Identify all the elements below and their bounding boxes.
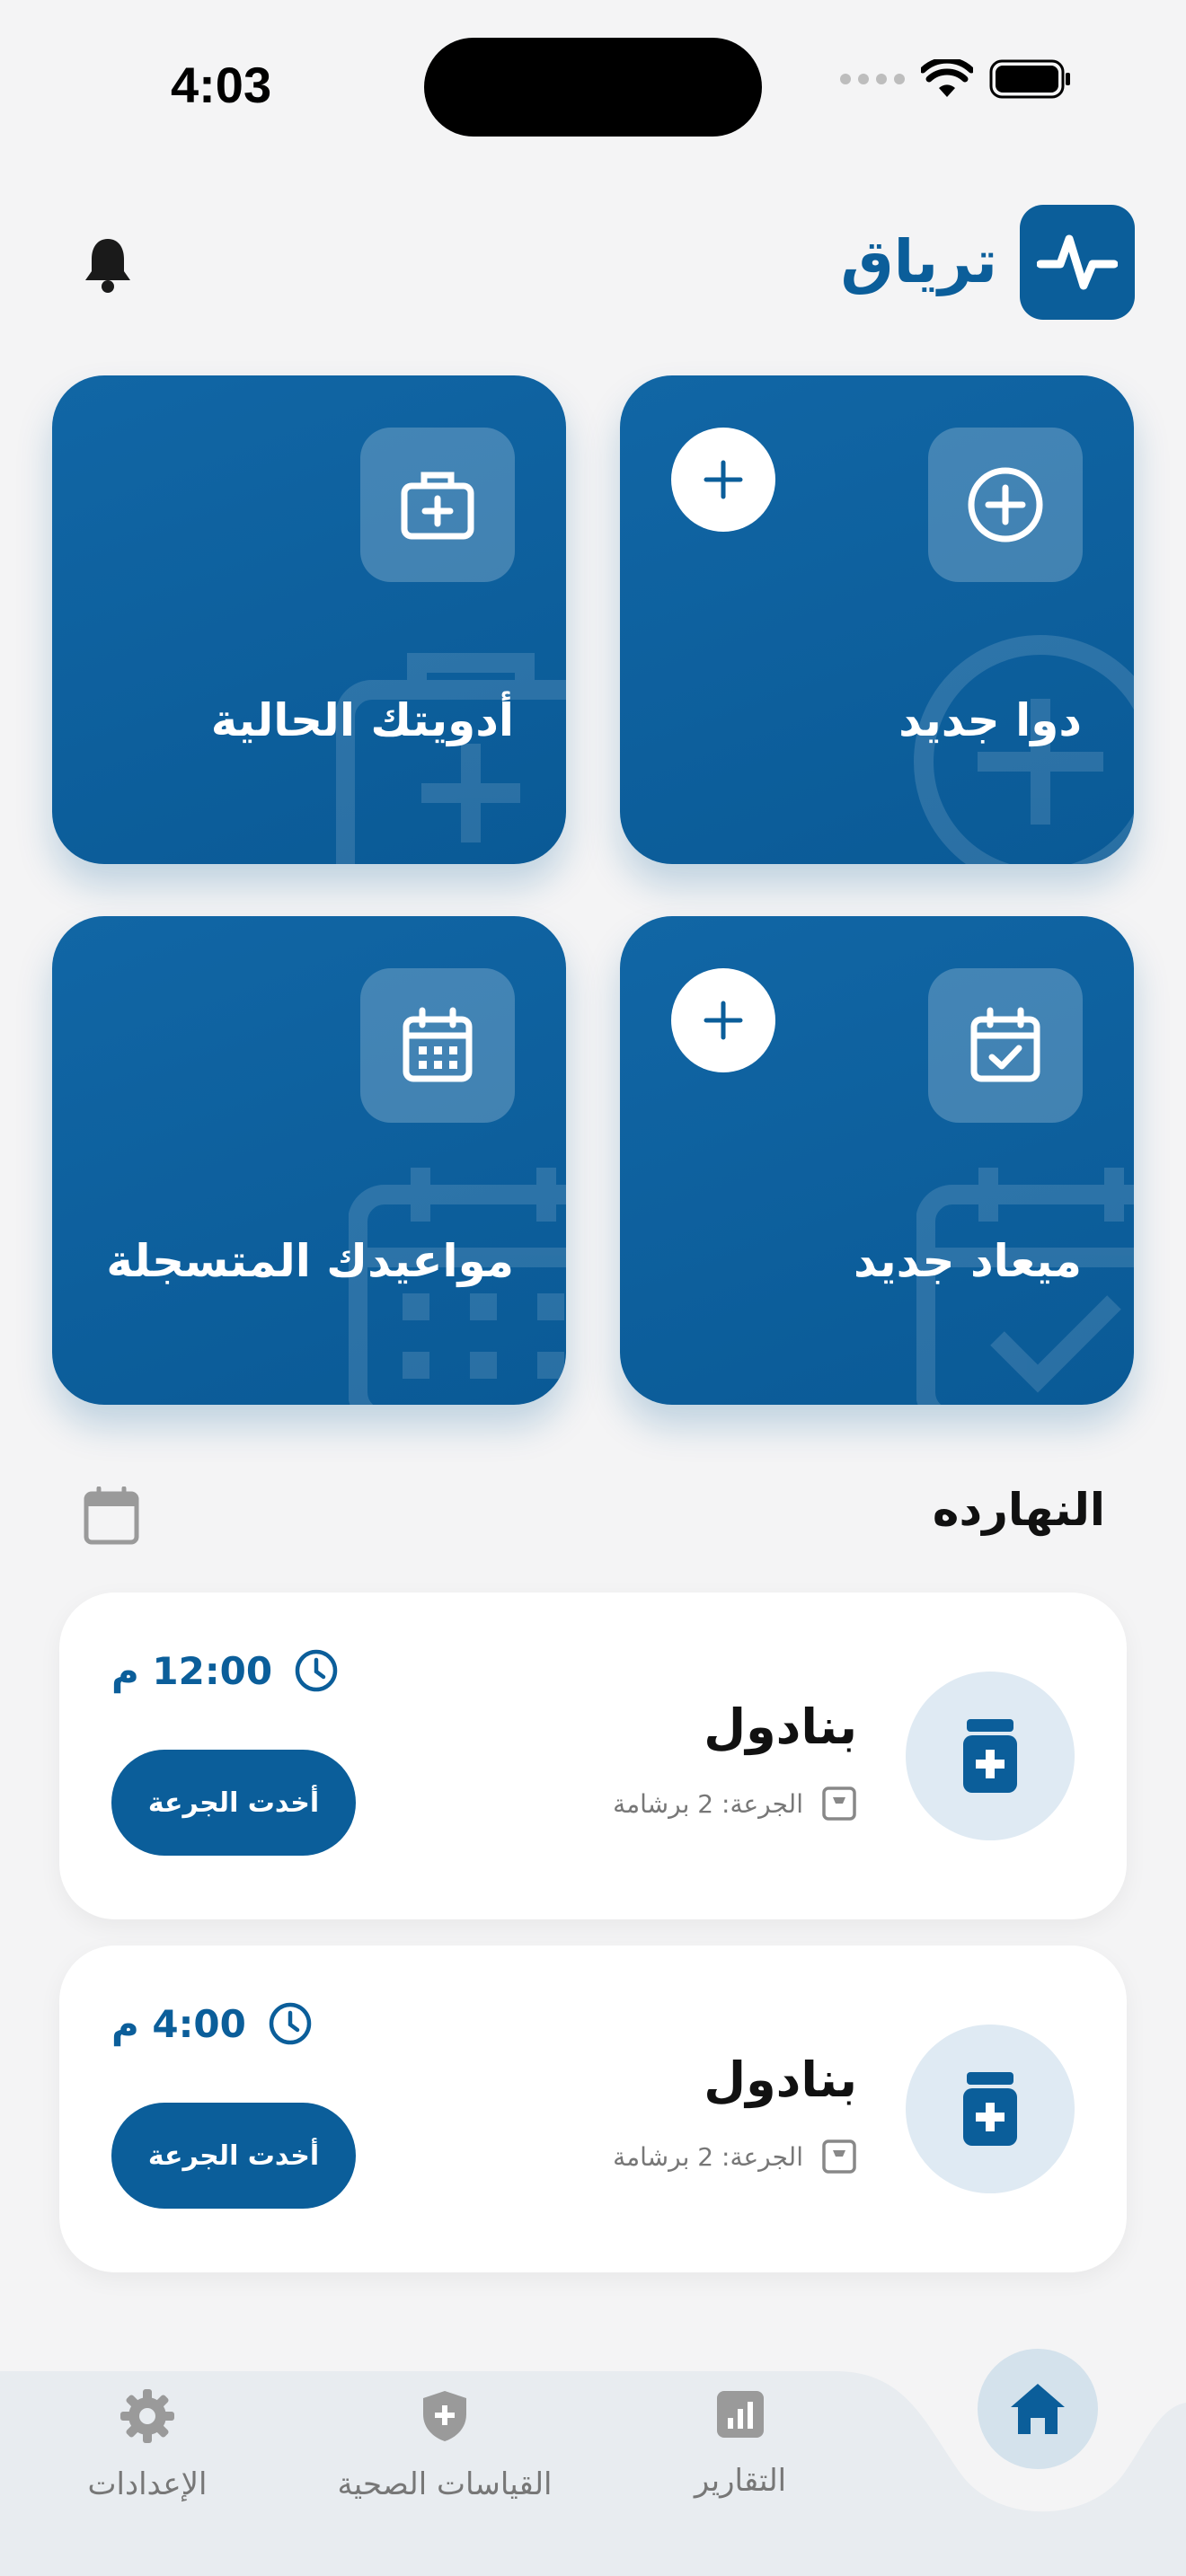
status-bar: 4:03 — [0, 0, 1186, 171]
dose-card: بنادول الجرعة: 2 برشامة 12:00 م أخدت الج… — [59, 1592, 1127, 1919]
medicine-name: بنادول — [704, 2051, 857, 2108]
gear-icon — [120, 2389, 174, 2443]
card-label: مواعيدك المتسجلة — [106, 1235, 514, 1287]
nav-label: الإعدادات — [87, 2466, 208, 2502]
app-name: ترياق — [840, 227, 997, 296]
calendar-grid-icon — [403, 1007, 473, 1082]
home-icon — [1011, 2384, 1065, 2434]
nav-reports[interactable]: التقارير — [606, 2389, 875, 2499]
wifi-icon — [921, 59, 973, 97]
battery-icon — [989, 59, 1070, 99]
nav-home[interactable] — [978, 2349, 1098, 2469]
card-icon-box — [360, 428, 515, 582]
dose-time: 4:00 م — [111, 2001, 313, 2046]
bell-icon[interactable] — [81, 235, 135, 295]
plus-icon — [704, 460, 743, 499]
chart-icon — [717, 2391, 764, 2438]
dose-info: الجرعة: 2 برشامة — [613, 1786, 857, 1822]
took-dose-button[interactable]: أخدت الجرعة — [111, 1750, 356, 1856]
time-text: 4:00 م — [111, 2001, 246, 2046]
status-icons — [840, 59, 1072, 99]
calendar-icon[interactable] — [83, 1486, 140, 1546]
medicine-bottle-icon — [963, 1719, 1017, 1793]
add-medicine-button[interactable] — [671, 428, 775, 532]
dose-card: بنادول الجرعة: 2 برشامة 4:00 م أخدت الجر… — [59, 1945, 1127, 2272]
medicine-icon-circle — [906, 1672, 1075, 1840]
card-label: ميعاد جديد — [853, 1235, 1082, 1287]
nav-settings[interactable]: الإعدادات — [13, 2389, 282, 2502]
took-dose-button[interactable]: أخدت الجرعة — [111, 2103, 356, 2209]
medicine-name: بنادول — [704, 1698, 857, 1755]
new-appointment-card[interactable]: ميعاد جديد — [620, 916, 1134, 1405]
dose-info: الجرعة: 2 برشامة — [613, 2139, 857, 2175]
medicine-icon-circle — [906, 2025, 1075, 2193]
dynamic-island — [424, 38, 762, 137]
first-aid-kit-bg-icon — [336, 653, 566, 864]
card-icon-box — [928, 968, 1083, 1123]
first-aid-kit-icon — [401, 472, 474, 540]
nav-label: التقارير — [694, 2463, 787, 2499]
clock-icon — [295, 1649, 338, 1692]
scale-icon — [822, 2139, 856, 2174]
clock-icon — [269, 2002, 312, 2045]
card-label: دوا جديد — [898, 694, 1082, 746]
time-text: 12:00 م — [111, 1648, 273, 1693]
card-icon-box — [928, 428, 1083, 582]
card-icon-box — [360, 968, 515, 1123]
dose-text: الجرعة: 2 برشامة — [613, 1788, 803, 1819]
current-medicines-card[interactable]: أدويتك الحالية — [52, 375, 566, 864]
new-medicine-card[interactable]: دوا جديد — [620, 375, 1134, 864]
app-logo — [1020, 205, 1135, 320]
nav-label: القياسات الصحية — [337, 2466, 553, 2502]
medicine-bottle-icon — [963, 2072, 1017, 2146]
section-title-today: النهارده — [932, 1484, 1105, 1536]
dose-time: 12:00 م — [111, 1648, 339, 1693]
heartbeat-icon — [1037, 234, 1118, 290]
calendar-check-icon — [970, 1007, 1040, 1082]
plus-icon — [704, 1001, 743, 1040]
card-label: أدويتك الحالية — [210, 694, 514, 746]
status-time: 4:03 — [171, 57, 272, 113]
add-appointment-button[interactable] — [671, 968, 775, 1072]
plus-circle-icon — [968, 467, 1043, 543]
cellular-signal-icon — [840, 74, 905, 84]
registered-appointments-card[interactable]: مواعيدك المتسجلة — [52, 916, 566, 1405]
nav-health-measurements[interactable]: القياسات الصحية — [310, 2389, 580, 2502]
scale-icon — [822, 1786, 856, 1821]
shield-plus-icon — [423, 2391, 466, 2441]
dose-text: الجرعة: 2 برشامة — [613, 2141, 803, 2172]
